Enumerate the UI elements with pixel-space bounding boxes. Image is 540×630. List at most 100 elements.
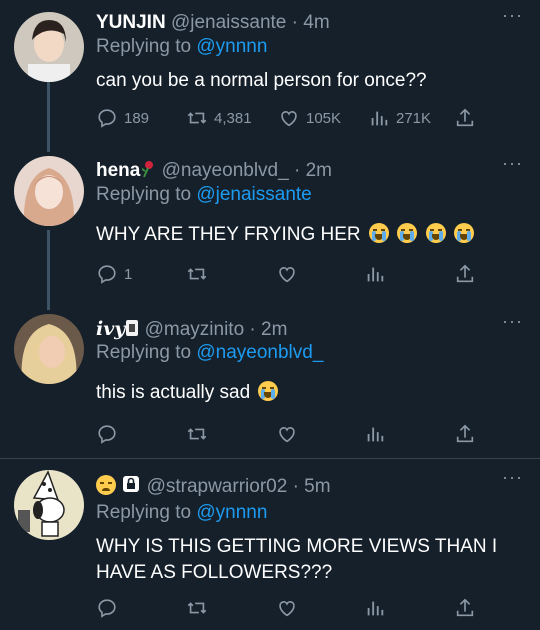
tweet-header: YUNJIN @jenaissante · 4m: [96, 10, 500, 36]
tweet[interactable]: YUNJIN @jenaissante · 4m ··· Replying to…: [0, 6, 540, 148]
mention-link[interactable]: @ynnnn: [196, 36, 267, 57]
share-button[interactable]: [454, 596, 476, 620]
tweet-text: can you be a normal person for once??: [96, 70, 427, 91]
like-icon: [279, 427, 295, 443]
tweet-header: @strapwarrior02 · 5m: [96, 474, 500, 500]
views-button[interactable]: 271K: [368, 106, 431, 130]
tweet[interactable]: @strapwarrior02 · 5m ··· Replying to @yn…: [0, 468, 540, 630]
share-button[interactable]: [454, 106, 476, 130]
timestamp[interactable]: · 4m: [292, 12, 330, 33]
user-handle[interactable]: @nayeonblvd_: [162, 160, 289, 181]
like-button[interactable]: 105K: [278, 106, 341, 130]
avatar[interactable]: [14, 156, 84, 226]
retweet-icon: [187, 602, 207, 614]
avatar[interactable]: [14, 12, 84, 82]
more-icon[interactable]: ···: [502, 312, 522, 334]
like-icon: [281, 111, 297, 127]
playing-card-icon: [126, 320, 139, 336]
rose-icon: [142, 161, 154, 178]
loudly-crying-emoji-icon: [425, 223, 446, 243]
user-handle[interactable]: @jenaissante: [171, 12, 286, 33]
replying-prefix: Replying to: [96, 184, 197, 205]
tweet-text: this is actually sad: [96, 382, 251, 403]
user-handle[interactable]: @strapwarrior02: [147, 476, 288, 497]
like-count: 105K: [306, 109, 342, 127]
reply-count: 1: [124, 265, 133, 283]
replying-prefix: Replying to: [96, 342, 197, 363]
share-icon: [456, 424, 474, 443]
views-button[interactable]: [364, 422, 386, 446]
loudly-crying-emoji-icon: [453, 223, 474, 243]
views-count: 271K: [396, 109, 432, 127]
retweet-icon: [187, 268, 207, 280]
timestamp[interactable]: · 5m: [293, 476, 331, 497]
views-icon: [371, 111, 388, 126]
replying-to: Replying to @nayeonblvd_: [96, 342, 323, 364]
retweet-icon: [187, 112, 207, 124]
like-icon: [279, 267, 295, 283]
display-name[interactable]: hena: [96, 160, 140, 181]
like-button[interactable]: [276, 422, 298, 446]
replying-prefix: Replying to: [96, 36, 197, 57]
replying-to: Replying to @jenaissante: [96, 184, 312, 206]
replying-to: Replying to @ynnnn: [96, 36, 267, 58]
replying-prefix: Replying to: [96, 502, 197, 523]
views-button[interactable]: [364, 262, 386, 286]
like-icon: [279, 601, 295, 617]
share-button[interactable]: [454, 422, 476, 446]
share-button[interactable]: [454, 262, 476, 286]
avatar[interactable]: [14, 470, 84, 540]
mention-link[interactable]: @jenaissante: [196, 184, 311, 205]
reply-button[interactable]: [96, 422, 118, 446]
reply-button[interactable]: 189: [96, 106, 149, 130]
divider: [0, 458, 540, 459]
persevering-face-emoji-icon: [96, 475, 116, 495]
tweet-text: WHY IS THIS GETTING MORE VIEWS THAN I HA…: [96, 536, 498, 583]
reply-icon: [98, 109, 116, 128]
mention-link[interactable]: @ynnnn: [196, 502, 267, 523]
retweet-button[interactable]: [186, 262, 208, 286]
tweet-text: WHY ARE THEY FRYING HER: [96, 224, 361, 245]
more-icon[interactable]: ···: [502, 468, 522, 490]
more-icon[interactable]: ···: [502, 6, 522, 28]
reply-button[interactable]: [96, 596, 118, 620]
reply-icon: [98, 265, 116, 284]
like-button[interactable]: [276, 596, 298, 620]
retweet-button[interactable]: 4,381: [186, 106, 252, 130]
tweet-text-row: WHY ARE THEY FRYING HER: [96, 222, 510, 248]
action-bar: 1: [96, 262, 500, 286]
retweet-count: 4,381: [214, 109, 252, 127]
reply-count: 189: [124, 109, 150, 127]
share-icon: [456, 264, 474, 283]
lock-icon: [123, 476, 140, 492]
like-button[interactable]: [276, 262, 298, 286]
replying-to: Replying to @ynnnn: [96, 502, 267, 524]
display-name[interactable]: YUNJIN: [96, 12, 166, 33]
retweet-button[interactable]: [186, 596, 208, 620]
display-name[interactable]: ivy: [96, 318, 125, 340]
views-button[interactable]: [364, 596, 386, 620]
retweet-button[interactable]: [186, 422, 208, 446]
avatar[interactable]: [14, 314, 84, 384]
action-bar: 189 4,381 105K 271K: [96, 106, 500, 130]
user-handle[interactable]: @mayzinito: [145, 319, 245, 340]
tweet-header: hena @nayeonblvd_ · 2m: [96, 158, 500, 184]
views-icon: [367, 601, 384, 616]
tweet-header: ivy @mayzinito · 2m: [96, 316, 500, 342]
timestamp[interactable]: · 2m: [294, 160, 332, 181]
loudly-crying-emoji-icon: [397, 223, 418, 243]
mention-link[interactable]: @nayeonblvd_: [196, 342, 323, 363]
views-icon: [367, 427, 384, 442]
tweet[interactable]: ivy @mayzinito · 2m ··· Replying to @nay…: [0, 312, 540, 454]
reply-button[interactable]: 1: [96, 262, 132, 286]
timestamp[interactable]: · 2m: [249, 319, 287, 340]
loudly-crying-emoji-icon: [258, 381, 279, 401]
tweet-text-row: this is actually sad: [96, 380, 510, 406]
more-icon[interactable]: ···: [502, 154, 522, 176]
reply-icon: [98, 599, 116, 618]
loudly-crying-emoji-icon: [368, 223, 389, 243]
retweet-icon: [187, 428, 207, 440]
action-bar: [96, 422, 500, 446]
share-icon: [456, 108, 474, 127]
tweet[interactable]: hena @nayeonblvd_ · 2m ··· Replying to @…: [0, 154, 540, 296]
